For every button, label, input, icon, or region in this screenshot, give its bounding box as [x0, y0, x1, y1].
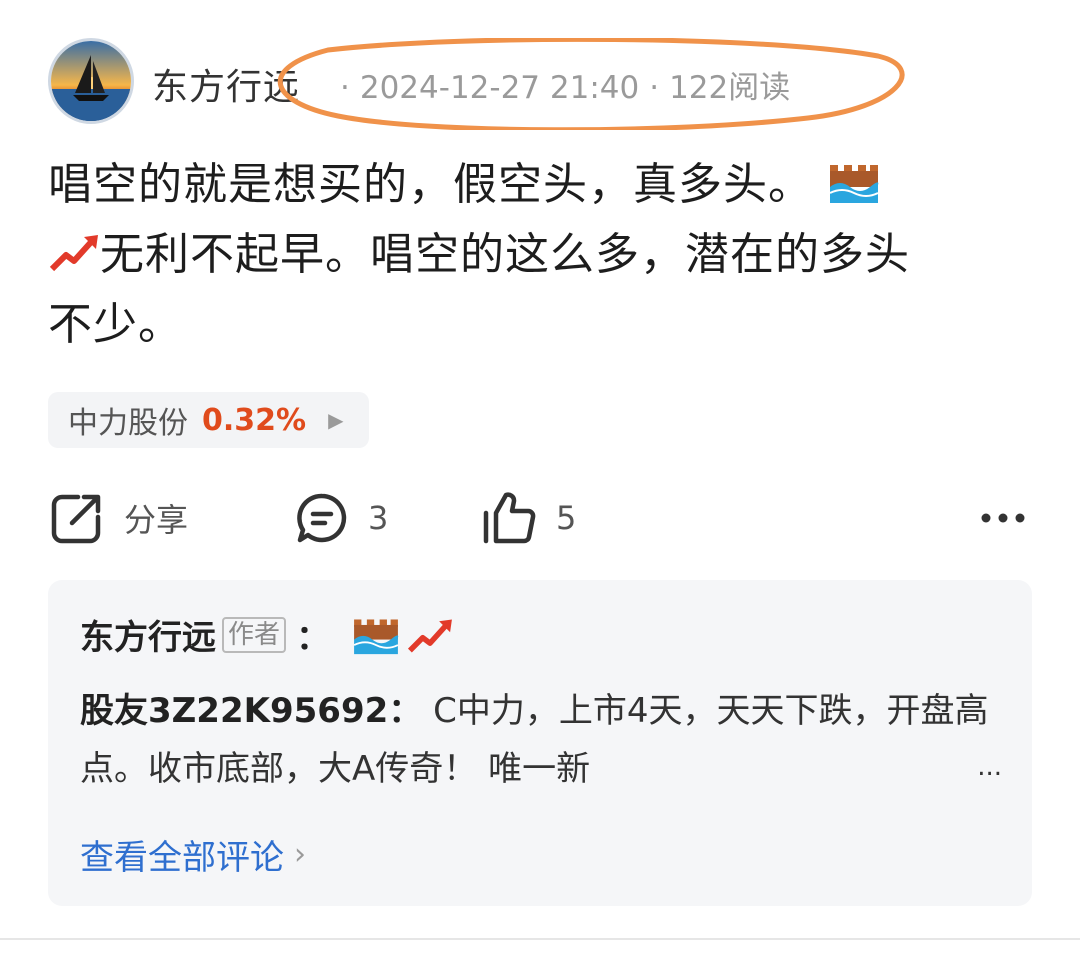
- comment-author[interactable]: 东方行远: [80, 610, 216, 659]
- share-label: 分享: [124, 501, 189, 539]
- comment-button[interactable]: 3: [294, 486, 388, 550]
- trend-up-emoji-icon: [407, 618, 452, 652]
- post-datetime: 2024-12-27 21:40: [359, 70, 640, 106]
- like-count: 5: [556, 499, 577, 537]
- wall-emoji-icon: [829, 165, 879, 203]
- stock-name: 中力股份: [68, 406, 188, 441]
- post-header: 东方行远 · 2024-12-27 21:40 · 122阅读: [48, 38, 1028, 130]
- post-text-line: 无利不起早。唱空的这么多，潜在的多头: [48, 220, 1038, 290]
- stock-change: 0.32%: [202, 402, 307, 438]
- comment-icon: [297, 493, 347, 543]
- view-all-comments-link[interactable]: 查看全部评论 ›: [80, 830, 306, 879]
- like-button[interactable]: 5: [480, 486, 576, 550]
- share-icon: [51, 494, 101, 544]
- truncation-ellipsis: ...: [977, 752, 1002, 782]
- wall-emoji-icon: [353, 618, 399, 654]
- action-bar: 分享 3 5: [48, 486, 1028, 550]
- top-comment: 东方行远 作者 ：: [80, 610, 454, 659]
- view-all-label: 查看全部评论: [80, 838, 284, 878]
- comment-preview[interactable]: 东方行远 作者 ： 股友3Z22K95692： C中力，上市4天，天天下跌，开盘…: [48, 580, 1032, 906]
- like-icon: [483, 492, 536, 544]
- post-body: 唱空的就是想买的，假空头，真多头。 无利不起早。唱空的这么多，潜在的多头 不少。: [48, 150, 1038, 360]
- post-text-line: 唱空的就是想买的，假空头，真多头。: [48, 150, 1038, 220]
- stock-tag[interactable]: 中力股份 0.32% ▶: [48, 392, 370, 448]
- read-count: 122阅读: [669, 70, 791, 106]
- divider: [0, 938, 1080, 940]
- post-meta: · 2024-12-27 21:40 · 122阅读: [340, 70, 791, 106]
- reply-comment: 股友3Z22K95692： C中力，上市4天，天天下跌，开盘高点。收市底部，大A…: [80, 682, 1010, 798]
- author-name[interactable]: 东方行远: [152, 58, 300, 110]
- sailboat-avatar-icon: [51, 41, 131, 121]
- trend-up-emoji-icon: [49, 235, 98, 272]
- reply-user[interactable]: 股友3Z22K95692：: [80, 691, 422, 731]
- share-button[interactable]: 分享: [48, 486, 188, 550]
- more-icon[interactable]: [978, 500, 1028, 536]
- chevron-right-icon: ›: [294, 837, 306, 872]
- author-badge: 作者: [222, 616, 287, 653]
- comment-count: 3: [368, 499, 389, 537]
- play-arrow-icon: ▶: [328, 408, 344, 432]
- post-text-line: 不少。: [48, 299, 183, 350]
- author-avatar[interactable]: [48, 38, 134, 124]
